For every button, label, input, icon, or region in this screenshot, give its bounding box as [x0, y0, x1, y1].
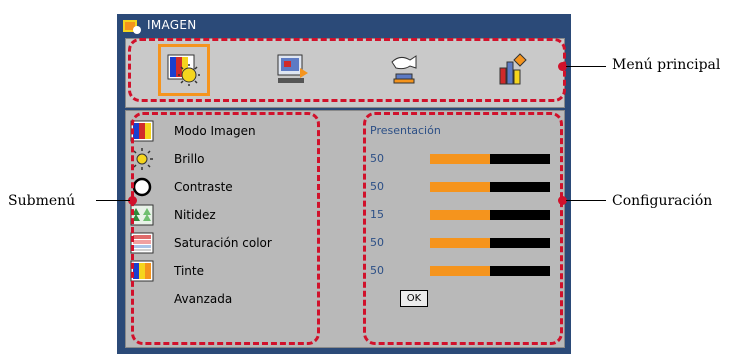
main-menu-leader [566, 66, 606, 67]
main-menu-highlight [128, 38, 566, 102]
window-title: IMAGEN [147, 18, 197, 32]
settings-callout: Configuración [612, 193, 713, 209]
title-bar: IMAGEN [117, 14, 571, 38]
submenu-highlight [131, 112, 320, 345]
main-menu-callout: Menú principal [612, 57, 721, 73]
settings-leader [566, 200, 606, 201]
submenu-leader [96, 200, 130, 201]
settings-highlight [363, 112, 563, 345]
image-title-icon [123, 20, 141, 34]
submenu-callout: Submenú [8, 193, 76, 209]
